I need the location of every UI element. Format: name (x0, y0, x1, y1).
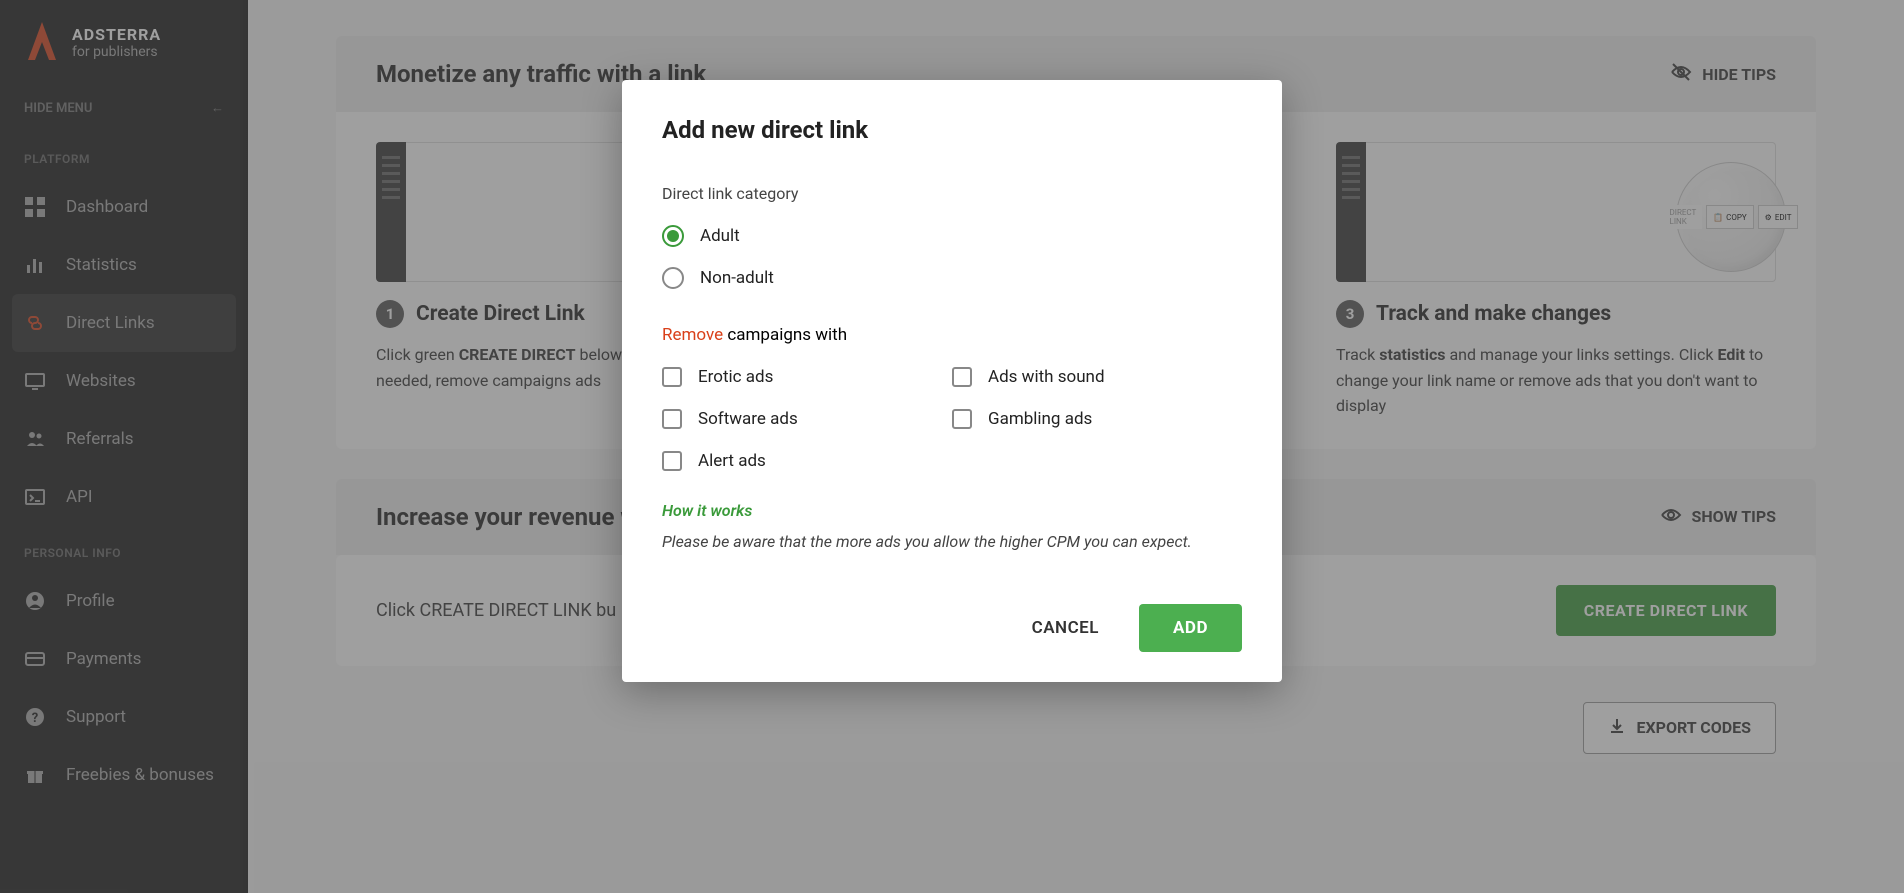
add-button[interactable]: ADD (1139, 604, 1242, 652)
checkbox-icon (662, 451, 682, 471)
checkbox-icon (952, 409, 972, 429)
checkbox-ads-with-sound[interactable]: Ads with sound (952, 367, 1242, 387)
radio-label: Adult (700, 226, 740, 246)
checkbox-software-ads[interactable]: Software ads (662, 409, 952, 429)
modal-title: Add new direct link (662, 116, 1242, 144)
add-direct-link-modal: Add new direct link Direct link category… (622, 80, 1282, 682)
checkbox-label: Alert ads (698, 451, 766, 471)
checkbox-erotic-ads[interactable]: Erotic ads (662, 367, 952, 387)
radio-adult[interactable]: Adult (662, 225, 1242, 247)
checkbox-label: Gambling ads (988, 409, 1092, 429)
radio-non-adult[interactable]: Non-adult (662, 267, 1242, 289)
modal-actions: CANCEL ADD (662, 604, 1242, 652)
modal-overlay[interactable]: Add new direct link Direct link category… (0, 0, 1904, 893)
checkbox-label: Erotic ads (698, 367, 773, 387)
remove-campaigns-label: Remove campaigns with (662, 325, 1242, 345)
aware-note: Please be aware that the more ads you al… (662, 530, 1242, 554)
checkbox-icon (662, 409, 682, 429)
checkbox-grid: Erotic ads Ads with sound Software ads G… (662, 367, 1242, 471)
radio-icon (662, 267, 684, 289)
radio-icon (662, 225, 684, 247)
checkbox-label: Ads with sound (988, 367, 1105, 387)
how-it-works-link[interactable]: How it works (662, 501, 1242, 520)
category-label: Direct link category (662, 184, 1242, 203)
checkbox-gambling-ads[interactable]: Gambling ads (952, 409, 1242, 429)
checkbox-icon (662, 367, 682, 387)
checkbox-icon (952, 367, 972, 387)
radio-label: Non-adult (700, 268, 774, 288)
cancel-button[interactable]: CANCEL (1012, 606, 1119, 650)
checkbox-alert-ads[interactable]: Alert ads (662, 451, 952, 471)
checkbox-label: Software ads (698, 409, 798, 429)
